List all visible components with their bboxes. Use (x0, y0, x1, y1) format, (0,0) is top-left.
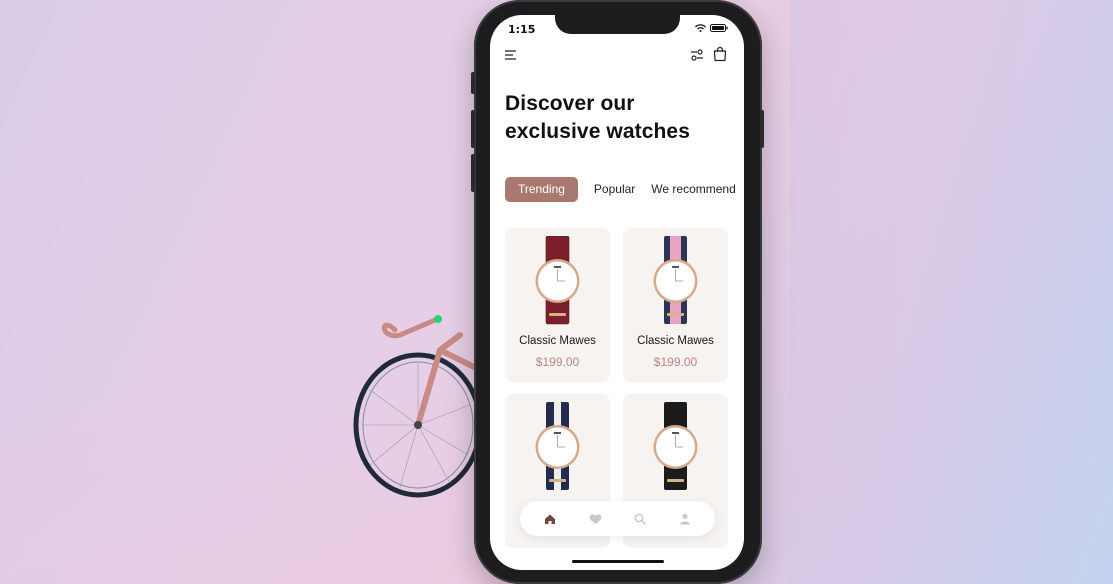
nav-favorites[interactable] (588, 512, 602, 526)
tab-trending[interactable]: Trending (505, 177, 578, 202)
home-icon (545, 514, 556, 524)
status-time: 1:15 (508, 23, 536, 36)
watch-image (535, 402, 580, 490)
watch-image (535, 236, 580, 325)
page-title: Discover our exclusive watches (505, 92, 690, 143)
user-icon (679, 513, 690, 524)
wifi-icon (695, 24, 706, 32)
category-tabs: Trending Popular We recommend (505, 177, 744, 202)
power-button (760, 110, 764, 148)
tab-we-recommend[interactable]: We recommend (643, 177, 743, 202)
bottom-nav (520, 501, 715, 536)
watch-image (653, 236, 698, 324)
product-name: Classic Mawes (519, 335, 596, 347)
nav-home[interactable] (543, 512, 557, 526)
nav-profile[interactable] (678, 512, 692, 526)
status-icons (695, 24, 728, 32)
mute-switch (471, 72, 475, 94)
tab-popular[interactable]: Popular (586, 177, 643, 202)
product-name: Classic Mawes (637, 335, 714, 347)
product-card[interactable]: Classic Mawes $199.00 (623, 228, 728, 382)
watch-image (653, 402, 698, 490)
volume-up-button (471, 110, 475, 148)
shopping-bag-icon[interactable] (713, 46, 727, 62)
volume-down-button (471, 154, 475, 192)
product-card[interactable]: Classic Mawes $199.00 (505, 228, 610, 382)
menu-icon[interactable] (504, 48, 518, 62)
product-price: $199.00 (535, 355, 580, 369)
background-wall (790, 0, 1113, 584)
nav-search[interactable] (633, 512, 647, 526)
filter-icon[interactable] (690, 48, 704, 62)
product-price: $199.00 (653, 355, 698, 369)
battery-icon (710, 24, 728, 32)
app-screen: 1:15 Discover our exclusive watches Tren… (490, 15, 744, 570)
search-icon (634, 513, 646, 525)
home-indicator (572, 560, 664, 563)
phone-notch (555, 12, 680, 34)
heart-icon (589, 513, 601, 524)
